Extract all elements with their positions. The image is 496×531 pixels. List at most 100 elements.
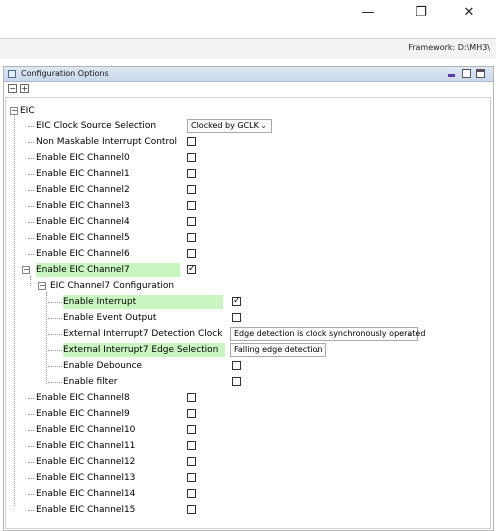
panel-icon <box>8 70 16 78</box>
tree-connector <box>48 334 62 335</box>
maximize-icon: ❐ <box>415 4 427 20</box>
tree-connector <box>28 174 34 175</box>
tree-connector <box>28 510 34 511</box>
enable-debounce-label: Enable Debounce <box>63 361 143 371</box>
tree-connector <box>28 142 34 143</box>
channel-checkbox[interactable] <box>187 425 196 434</box>
channel-checkbox[interactable] <box>187 441 196 450</box>
collapse-all-button[interactable]: − <box>8 84 17 93</box>
enable-event-output-label: Enable Event Output <box>63 313 157 323</box>
channel7-config-label: EIC Channel7 Configuration <box>50 281 175 291</box>
tree-connector <box>48 382 62 383</box>
channel-label: Enable EIC Channel0 <box>36 153 130 163</box>
channel-label: Enable EIC Channel11 <box>36 441 136 451</box>
tree-connector <box>28 190 34 191</box>
close-button[interactable]: ✕ <box>446 0 492 24</box>
tree-connector <box>48 350 62 351</box>
channel-label: Enable EIC Channel1 <box>36 169 130 179</box>
channel-label: Enable EIC Channel5 <box>36 233 130 243</box>
tree-button-row: − + <box>4 82 493 96</box>
tree-connector <box>28 238 34 239</box>
tree-connector <box>48 366 62 367</box>
panel-titlebar: Configuration Options <box>4 67 493 82</box>
channel-checkbox[interactable] <box>187 473 196 482</box>
channel-label: Enable EIC Channel6 <box>36 249 130 259</box>
framework-path: Framework: D:\MH3\ <box>408 43 490 52</box>
settings-panel-icon[interactable] <box>462 69 471 78</box>
minimize-panel-icon[interactable] <box>448 74 455 77</box>
channel-checkbox[interactable] <box>187 457 196 466</box>
enable-debounce-checkbox[interactable] <box>232 361 241 370</box>
channel-checkbox[interactable] <box>187 409 196 418</box>
toolbar: Framework: D:\MH3\ <box>0 38 496 59</box>
tree-connector <box>28 462 34 463</box>
channel-checkbox[interactable] <box>187 233 196 242</box>
tree-connector <box>28 254 34 255</box>
channel-label: Enable EIC Channel10 <box>36 425 136 435</box>
tree-connector <box>48 302 62 303</box>
tree-connector <box>28 414 34 415</box>
enable-filter-checkbox[interactable] <box>232 377 241 386</box>
chevron-down-icon: ⌄ <box>314 345 321 354</box>
eic-clock-source-label: EIC Clock Source Selection <box>36 121 157 131</box>
channel-checkbox[interactable] <box>187 249 196 258</box>
panel-title: Configuration Options <box>21 69 109 78</box>
channel-checkbox[interactable] <box>187 489 196 498</box>
eic-clock-source-select[interactable]: Clocked by GCLK ⌄ <box>187 119 272 133</box>
channel-checkbox[interactable] <box>187 185 196 194</box>
tree-connector <box>28 126 34 127</box>
channel-label: Enable EIC Channel14 <box>36 489 136 499</box>
tree-guide <box>30 276 31 286</box>
detection-clock-label: External Interrupt7 Detection Clock <box>63 329 223 339</box>
close-icon: ✕ <box>463 4 475 20</box>
configuration-options-panel: Configuration Options − + − EIC EIC Cloc… <box>3 66 494 531</box>
tree-connector <box>28 158 34 159</box>
collapse-channel7-icon[interactable]: − <box>22 266 30 274</box>
enable-interrupt-label: Enable Interrupt <box>63 295 223 309</box>
tree-connector <box>48 318 62 319</box>
channel-label: Enable EIC Channel9 <box>36 409 130 419</box>
minimize-button[interactable]: — <box>345 0 391 24</box>
channel-label: Enable EIC Channel12 <box>36 457 136 467</box>
tree-connector <box>28 222 34 223</box>
collapse-channel7-config-icon[interactable]: − <box>38 282 46 290</box>
channel-label: Enable EIC Channel3 <box>36 201 130 211</box>
detection-clock-select[interactable]: Edge detection is clock synchronously op… <box>230 327 425 341</box>
channel-label: Enable EIC Channel13 <box>36 473 136 483</box>
tree-connector <box>28 398 34 399</box>
channel7-checkbox[interactable]: ✓ <box>187 265 196 274</box>
maximize-panel-icon[interactable] <box>476 69 485 78</box>
channel-label: Enable EIC Channel8 <box>36 393 130 403</box>
channel-checkbox[interactable] <box>187 153 196 162</box>
tree-connector <box>28 430 34 431</box>
chevron-down-icon: ⌄ <box>260 121 267 130</box>
collapse-eic-icon[interactable]: − <box>10 107 18 115</box>
minimize-icon: — <box>361 4 375 20</box>
nmi-control-label: Non Maskable Interrupt Control <box>36 137 177 147</box>
channel7-label: Enable EIC Channel7 <box>36 263 180 277</box>
chevron-down-icon: ⌄ <box>406 329 413 338</box>
channel-label: Enable EIC Channel2 <box>36 185 130 195</box>
tree-connector <box>28 478 34 479</box>
channel-checkbox[interactable] <box>187 217 196 226</box>
edge-selection-value: Falling edge detection <box>234 345 323 354</box>
channel-label: Enable EIC Channel15 <box>36 505 136 515</box>
channel-checkbox[interactable] <box>187 393 196 402</box>
channel-label: Enable EIC Channel4 <box>36 217 130 227</box>
tree-guide <box>14 112 15 506</box>
tree-connector <box>28 446 34 447</box>
nmi-control-checkbox[interactable] <box>187 137 196 146</box>
channel-checkbox[interactable] <box>187 201 196 210</box>
tree-node-eic[interactable]: EIC <box>20 104 35 118</box>
channel-checkbox[interactable] <box>187 169 196 178</box>
tree-connector <box>28 206 34 207</box>
enable-event-output-checkbox[interactable] <box>232 313 241 322</box>
enable-filter-label: Enable filter <box>63 377 118 387</box>
enable-interrupt-checkbox[interactable]: ✓ <box>232 297 241 306</box>
configuration-tree: − EIC EIC Clock Source Selection Clocked… <box>5 97 491 529</box>
edge-selection-select[interactable]: Falling edge detection ⌄ <box>230 343 326 357</box>
expand-all-button[interactable]: + <box>20 84 29 93</box>
channel-checkbox[interactable] <box>187 505 196 514</box>
maximize-button[interactable]: ❐ <box>398 0 444 24</box>
tree-guide <box>46 292 47 384</box>
